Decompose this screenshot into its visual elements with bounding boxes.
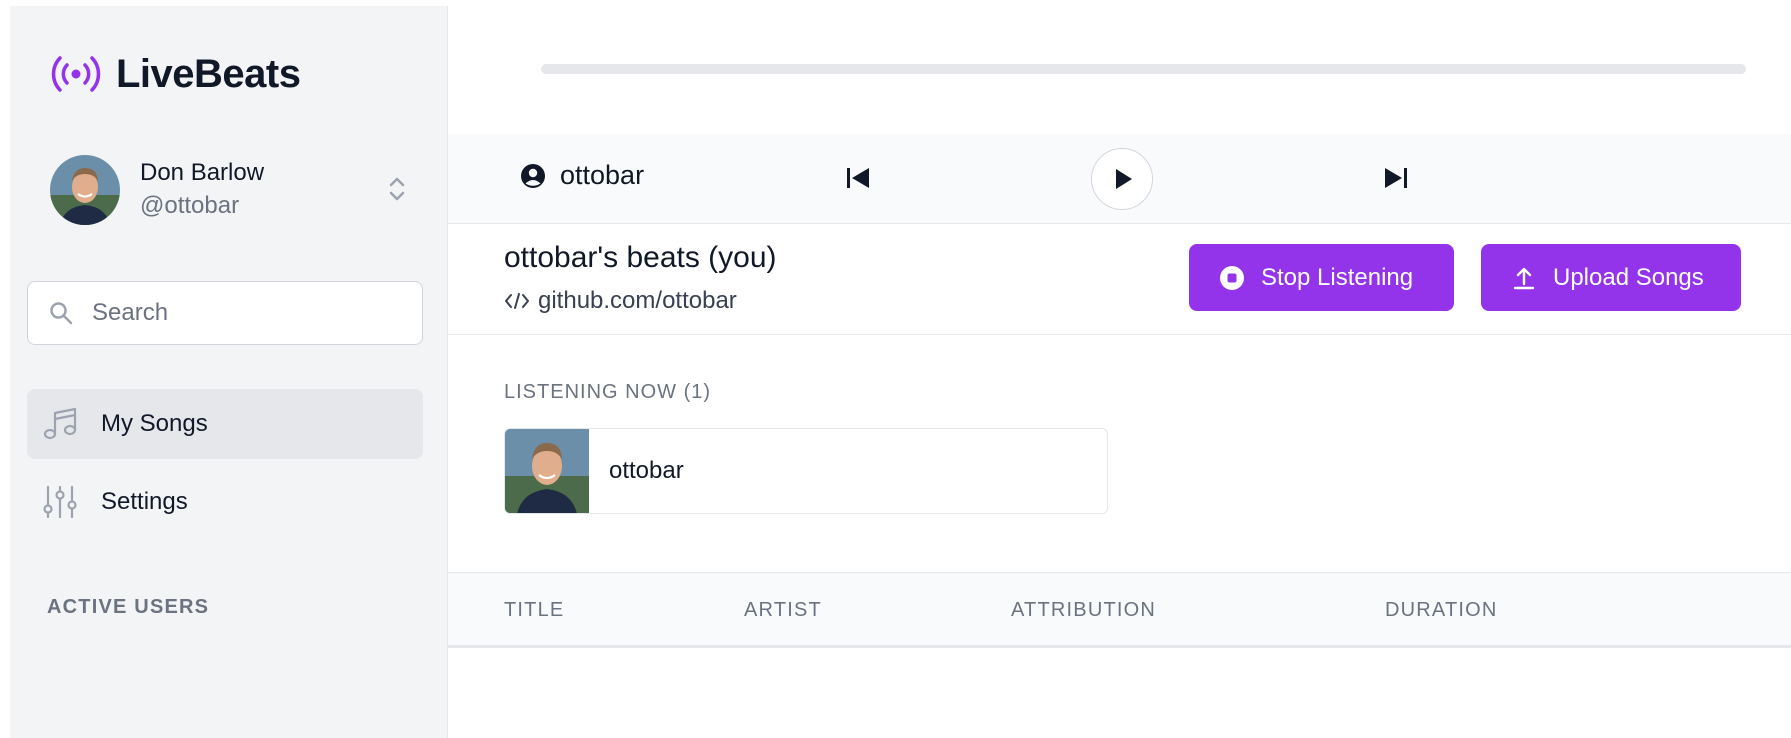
page-header: ottobar's beats (you) github.com/ottobar…	[448, 223, 1791, 335]
upload-songs-label: Upload Songs	[1553, 263, 1704, 291]
user-name: Don Barlow	[140, 159, 265, 186]
search-input[interactable]	[90, 298, 394, 328]
user-circle-icon	[521, 163, 545, 188]
avatar	[50, 155, 120, 225]
upload-icon	[1513, 267, 1535, 289]
profile-link[interactable]: github.com/ottobar	[504, 287, 737, 315]
sidebar-item-label: My Songs	[101, 410, 208, 437]
stop-listening-label: Stop Listening	[1261, 263, 1414, 291]
page-title: ottobar's beats (you)	[504, 241, 777, 274]
stop-listening-button[interactable]: Stop Listening	[1189, 244, 1454, 311]
player-user-name: ottobar	[560, 160, 645, 190]
column-header-artist: ARTIST	[744, 599, 822, 621]
previous-button[interactable]	[838, 158, 878, 198]
user-handle: @ottobar	[140, 192, 240, 219]
app-logo[interactable]: LiveBeats	[50, 48, 301, 100]
listener-name: ottobar	[609, 457, 684, 484]
search-icon	[50, 302, 73, 325]
chevron-up-down-icon[interactable]	[384, 172, 410, 206]
sliders-icon	[43, 485, 77, 519]
playback-progress-bar[interactable]	[541, 64, 1746, 74]
player-bar: ottobar	[448, 134, 1791, 224]
music-note-icon	[43, 407, 77, 440]
user-menu[interactable]: Don Barlow @ottobar	[50, 154, 410, 226]
sidebar-item-label: Settings	[101, 488, 188, 515]
stop-circle-icon	[1220, 265, 1244, 290]
broadcast-icon	[51, 56, 101, 92]
listener-card[interactable]: ottobar	[504, 428, 1108, 514]
sidebar-item-my-songs[interactable]: My Songs	[27, 389, 423, 459]
play-button[interactable]	[1091, 148, 1153, 210]
skip-forward-icon	[1385, 168, 1407, 188]
column-header-duration: DURATION	[1385, 599, 1498, 621]
search-box[interactable]	[27, 281, 423, 345]
listening-now-heading: LISTENING NOW (1)	[504, 381, 712, 403]
play-icon	[1116, 169, 1132, 189]
column-header-attribution: ATTRIBUTION	[1011, 599, 1157, 621]
app-name: LiveBeats	[116, 51, 301, 96]
songs-table-header: TITLE ARTIST ATTRIBUTION DURATION	[448, 572, 1791, 648]
profile-link-text: github.com/ottobar	[538, 287, 737, 314]
upload-songs-button[interactable]: Upload Songs	[1481, 244, 1741, 311]
next-button[interactable]	[1376, 158, 1416, 198]
player-current-user: ottobar	[520, 160, 644, 191]
code-icon	[505, 293, 529, 309]
sidebar-item-settings[interactable]: Settings	[27, 467, 423, 537]
listener-avatar	[505, 429, 589, 513]
skip-back-icon	[847, 168, 869, 188]
active-users-heading: ACTIVE USERS	[47, 596, 210, 618]
column-header-title: TITLE	[504, 599, 565, 621]
sidebar: LiveBeats Don Barlow @ottobar Search My …	[10, 6, 448, 738]
